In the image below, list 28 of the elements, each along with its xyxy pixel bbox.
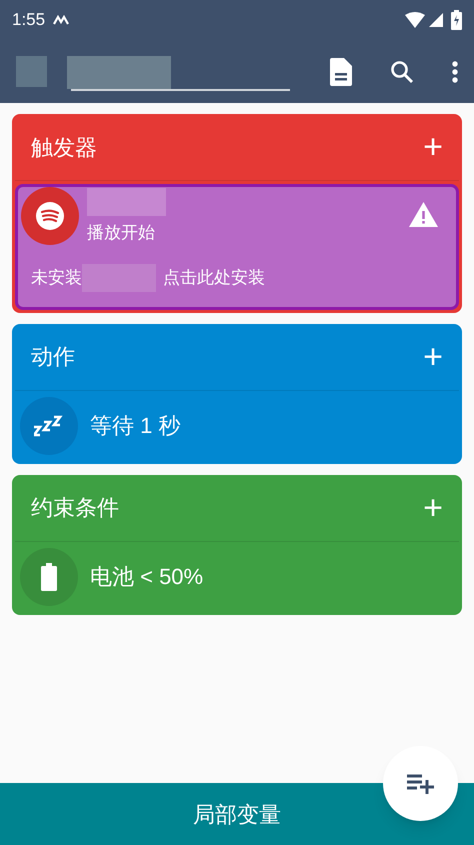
add-button[interactable]: + [423,130,443,164]
item-label: 电池 < 50% [90,563,204,591]
warning-icon [409,202,438,227]
document-icon[interactable] [330,58,352,86]
search-icon[interactable] [390,60,414,84]
notification-icon [53,15,70,25]
list-item[interactable]: 等待 1 秒 [15,390,459,460]
wifi-icon [405,12,425,28]
add-button[interactable]: + [423,340,443,374]
list-item[interactable]: 电池 < 50% [15,542,459,612]
item-subtitle: 播放开始 [87,222,156,244]
local-variables-button[interactable]: 局部变量 [193,798,281,830]
install-link[interactable]: 点击此处安装 [163,264,265,290]
playlist-add-icon [406,774,434,794]
warning-text: 未安装 [31,266,82,289]
status-time: 1:55 [12,9,46,32]
list-item[interactable]: 播放开始 未安装 点击此处安装 [15,184,459,310]
section-title: 触发器 [31,134,97,162]
sleep-icon [34,414,64,436]
item-label: 等待 1 秒 [90,412,180,440]
more-icon[interactable] [452,60,458,82]
battery-icon [41,562,57,590]
section-title: 动作 [31,343,75,371]
redacted-block [16,56,47,87]
signal-icon [429,13,443,27]
battery-charging-icon [451,10,462,30]
add-button[interactable]: + [423,490,443,524]
section-title: 约束条件 [31,494,119,522]
